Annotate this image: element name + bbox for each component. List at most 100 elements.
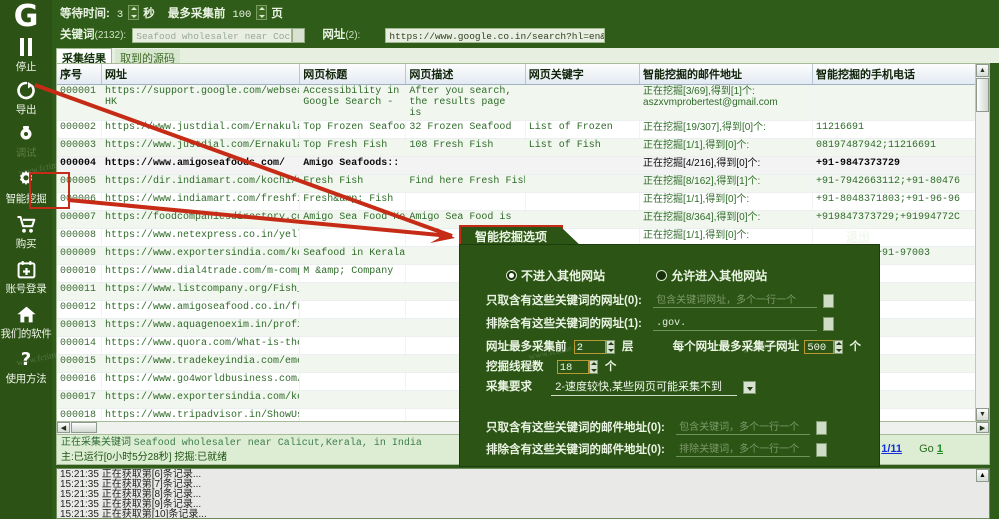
log-panel[interactable]: 15:21:35 正在获取第[6]条记录... 15:21:35 正在获取第[7]… xyxy=(56,468,990,519)
cell-url: https://www.indiamart.com/freshfishonlin… xyxy=(101,192,301,211)
cell-mined-email: 正在挖掘[8/162],得到[1]个: xyxy=(639,174,813,193)
col-mined-email[interactable]: 智能挖掘的邮件地址 xyxy=(639,64,813,85)
log-line: 15:21:35 正在获取第[10]条记录... xyxy=(60,509,207,519)
radio-allow-other-sites[interactable]: 允许进入其他网站 xyxy=(656,267,767,284)
wait-time-stepper[interactable] xyxy=(128,5,140,20)
url-input[interactable]: https://www.google.co.in/search?hl=en&lr… xyxy=(385,27,606,43)
cell-index: 000010 xyxy=(57,264,102,283)
sidebar-label-our-software: 我们的软件 xyxy=(0,328,52,340)
radio-no-other-sites[interactable]: 不进入其他网站 xyxy=(506,267,605,284)
cell-page-title xyxy=(299,408,407,421)
hscroll-thumb[interactable] xyxy=(71,422,97,433)
cell-url: https://www.justdial.com/Ernakulam/Froze… xyxy=(101,120,301,139)
cell-mined-phone: +91-7942663112;+91-80476 xyxy=(812,174,989,193)
radio-no-other-sites-label: 不进入其他网站 xyxy=(521,269,606,283)
include-mail-input[interactable]: 包含关键词，多个一行一个 xyxy=(676,421,811,435)
result-tabs: 采集结果 取到的源码 xyxy=(56,48,999,66)
pause-icon xyxy=(19,36,33,58)
include-url-expand-button[interactable] xyxy=(823,293,835,308)
cell-url: https://www.exportersindia.com/kerala/fr… xyxy=(101,390,301,409)
table-row[interactable]: 000004 https://www.amigoseafoods.com/Amig… xyxy=(57,156,989,175)
include-url-input[interactable]: 包含关键词网址，多个一行一个 xyxy=(653,294,818,308)
keyword-expand-button[interactable] xyxy=(292,27,306,43)
col-index[interactable]: 序号 xyxy=(57,64,102,85)
col-url[interactable]: 网址 xyxy=(101,64,301,85)
cell-page-title: Fresh Fish xyxy=(299,174,407,193)
page-indicator[interactable]: 1/11 xyxy=(881,443,902,455)
exclude-mail-input[interactable]: 排除关键词，多个一行一个 xyxy=(676,443,811,457)
cell-page-description: 108 Fresh Fish xyxy=(405,138,526,157)
include-mail-expand-button[interactable] xyxy=(816,420,828,435)
radio-dot-unselected xyxy=(656,270,668,281)
cell-url: https://dir.indiamart.com/kochi/fresh-fi… xyxy=(101,174,301,193)
radio-allow-other-sites-label: 允许进入其他网站 xyxy=(671,269,768,283)
scroll-down-button[interactable]: ▼ xyxy=(976,408,989,421)
sidebar-item-export[interactable]: 导出 xyxy=(0,79,52,117)
chevron-down-icon[interactable] xyxy=(743,380,757,394)
table-row[interactable]: 000002https://www.justdial.com/Ernakulam… xyxy=(57,120,989,139)
wait-time-unit: 秒 xyxy=(143,8,155,20)
threads-input[interactable]: 18 xyxy=(556,359,589,374)
cell-index: 000011 xyxy=(57,282,102,301)
cell-page-keywords xyxy=(525,174,641,193)
debug-icon xyxy=(17,122,35,144)
cell-page-title xyxy=(299,354,407,373)
table-row[interactable]: 000001https://support.google.com/websear… xyxy=(57,84,989,121)
threads-stepper[interactable] xyxy=(588,359,598,374)
sidebar-item-debug[interactable]: 调试 xyxy=(0,122,52,160)
col-page-title[interactable]: 网页标题 xyxy=(299,64,407,85)
exclude-url-expand-button[interactable] xyxy=(823,316,835,331)
table-row[interactable]: 000006https://www.indiamart.com/freshfis… xyxy=(57,192,989,211)
log-scroll-up-button[interactable]: ▲ xyxy=(976,469,989,482)
wait-time-label: 等待时间: xyxy=(60,8,110,20)
cell-page-keywords xyxy=(525,156,641,175)
col-page-description[interactable]: 网页描述 xyxy=(405,64,526,85)
sidebar-item-stop[interactable]: 停止 xyxy=(0,36,52,74)
sidebar-item-our-software[interactable]: 我们的软件 xyxy=(0,303,52,341)
cell-index: 000017 xyxy=(57,390,102,409)
scroll-right-button[interactable]: ▶ xyxy=(976,422,989,433)
keyword-input[interactable]: Seafood wholesaler near Coc xyxy=(132,27,293,43)
col-page-keywords[interactable]: 网页关键字 xyxy=(525,64,641,85)
exclude-mail-expand-button[interactable] xyxy=(816,442,828,457)
scroll-up-button[interactable]: ▲ xyxy=(976,64,989,77)
exclude-url-input[interactable]: .gov. xyxy=(653,317,818,331)
sub-url-input[interactable]: 500 xyxy=(804,339,835,354)
cell-mined-email: 正在挖掘[1/1],得到[0]个: xyxy=(639,192,813,211)
dialog-exit-button[interactable]: 退出 xyxy=(846,228,870,245)
status-keyword-value: Seafood wholesaler near Calicut,Kerala, … xyxy=(133,438,422,449)
cell-page-description: 32 Frozen Seafood xyxy=(405,120,526,139)
cell-page-title xyxy=(299,228,407,247)
cell-page-keywords xyxy=(525,192,641,211)
scroll-left-button[interactable]: ◀ xyxy=(57,422,70,433)
log-lines: 15:21:35 正在获取第[6]条记录... 15:21:35 正在获取第[7]… xyxy=(57,469,989,519)
go-page-value[interactable]: 1 xyxy=(937,443,943,455)
table-row[interactable]: 000005 https://dir.indiamart.com/kochi/fr… xyxy=(57,174,989,193)
cell-mined-phone: +919847373729;+91994772C xyxy=(812,210,989,229)
requirement-select[interactable]: 2-速度较快,某些网页可能采集不到 xyxy=(551,378,738,396)
app-logo: G xyxy=(13,0,39,34)
go-label: Go xyxy=(919,443,934,455)
cell-mined-email: 正在挖掘[19/307],得到[0]个: xyxy=(639,120,813,139)
sidebar-item-account-login[interactable]: 账号登录 xyxy=(0,258,52,296)
cell-index: 000016 xyxy=(57,372,102,391)
keyword-label: 关键词 xyxy=(60,29,95,41)
cell-url: https://www.tradekeyindia.com/emerald-ex… xyxy=(101,354,301,373)
sidebar-item-buy[interactable]: 购买 xyxy=(0,213,52,251)
grid-vertical-scrollbar[interactable]: ▲ ▼ xyxy=(975,64,989,421)
cell-mined-email: 正在挖掘[1/1],得到[0]个: xyxy=(639,138,813,157)
col-mined-phone[interactable]: 智能挖掘的手机电话 xyxy=(812,64,989,85)
sidebar-label-buy: 购买 xyxy=(15,238,37,250)
application-window: G 停止 导出 调试 智能挖掘 购买 账号登录 我们的软件 ? 使用方法 等待时… xyxy=(0,0,999,519)
exclude-mail-label: 排除含有这些关键词的邮件地址(0): xyxy=(486,444,665,456)
table-row[interactable]: 000003https://www.justdial.com/Ernakulam… xyxy=(57,138,989,157)
sidebar-label-export: 导出 xyxy=(15,104,37,116)
cell-page-title: Fresh&amp; Fish xyxy=(299,192,407,211)
sub-url-stepper[interactable] xyxy=(834,339,844,354)
max-pages-stepper[interactable] xyxy=(256,5,268,20)
depth-stepper[interactable] xyxy=(605,339,615,354)
max-pages-label: 最多采集前 xyxy=(167,8,226,20)
cell-page-title xyxy=(299,300,407,319)
scroll-thumb[interactable] xyxy=(976,78,989,112)
cell-url: https://www.justdial.com/Ernakulam/Fish-… xyxy=(101,138,301,157)
